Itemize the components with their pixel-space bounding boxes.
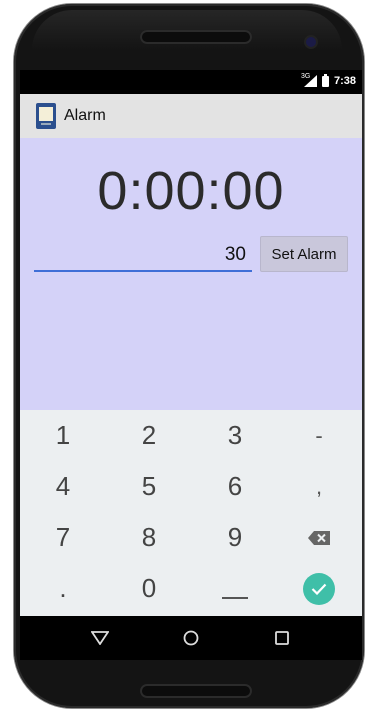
main-content: 0:00:00 30 Set Alarm [20, 138, 362, 410]
space-icon [222, 596, 248, 599]
status-time: 7:38 [333, 75, 356, 87]
battery-icon [321, 73, 329, 87]
back-icon[interactable] [80, 626, 120, 650]
action-bar: Alarm [20, 94, 362, 138]
status-bar: 3G 7:38 [20, 70, 362, 94]
timer-display: 0:00:00 [97, 161, 285, 221]
key-3[interactable]: 3 [192, 410, 278, 461]
space-key[interactable] [192, 563, 278, 614]
home-icon[interactable] [171, 626, 211, 650]
key-4[interactable]: 4 [20, 461, 106, 512]
key-6[interactable]: 6 [192, 461, 278, 512]
network-type: 3G [300, 73, 311, 80]
bottom-speaker [140, 684, 252, 698]
done-check-icon [303, 572, 335, 605]
backspace-icon [308, 530, 330, 545]
alarm-app-icon [36, 103, 56, 129]
key-5[interactable]: 5 [106, 461, 192, 512]
minutes-input-value: 30 [224, 244, 246, 265]
key-period[interactable]: . [20, 563, 106, 614]
key-0[interactable]: 0 [106, 563, 192, 614]
key-1[interactable]: 1 [20, 410, 106, 461]
numeric-keyboard: 1 2 3 - 4 5 6 , 7 8 9 . 0 [20, 410, 362, 616]
minutes-input[interactable]: 30 [34, 240, 252, 272]
earpiece-speaker [140, 30, 252, 44]
key-comma[interactable]: , [276, 461, 362, 512]
set-alarm-button[interactable]: Set Alarm [260, 236, 348, 272]
app-title: Alarm [64, 107, 106, 124]
device-screen: 3G 7:38 Alarm 0:00:00 30 Set Alarm 1 2 3… [20, 70, 362, 660]
key-7[interactable]: 7 [20, 512, 106, 563]
key-2[interactable]: 2 [106, 410, 192, 461]
key-8[interactable]: 8 [106, 512, 192, 563]
done-key[interactable] [276, 563, 362, 614]
front-camera [306, 37, 316, 47]
cell-signal-icon: 3G [300, 73, 317, 87]
backspace-key[interactable] [276, 512, 362, 563]
recents-icon[interactable] [262, 626, 302, 650]
status-indicators: 3G 7:38 [300, 73, 356, 87]
key-9[interactable]: 9 [192, 512, 278, 563]
navigation-bar [20, 616, 362, 660]
key-minus[interactable]: - [276, 410, 362, 461]
